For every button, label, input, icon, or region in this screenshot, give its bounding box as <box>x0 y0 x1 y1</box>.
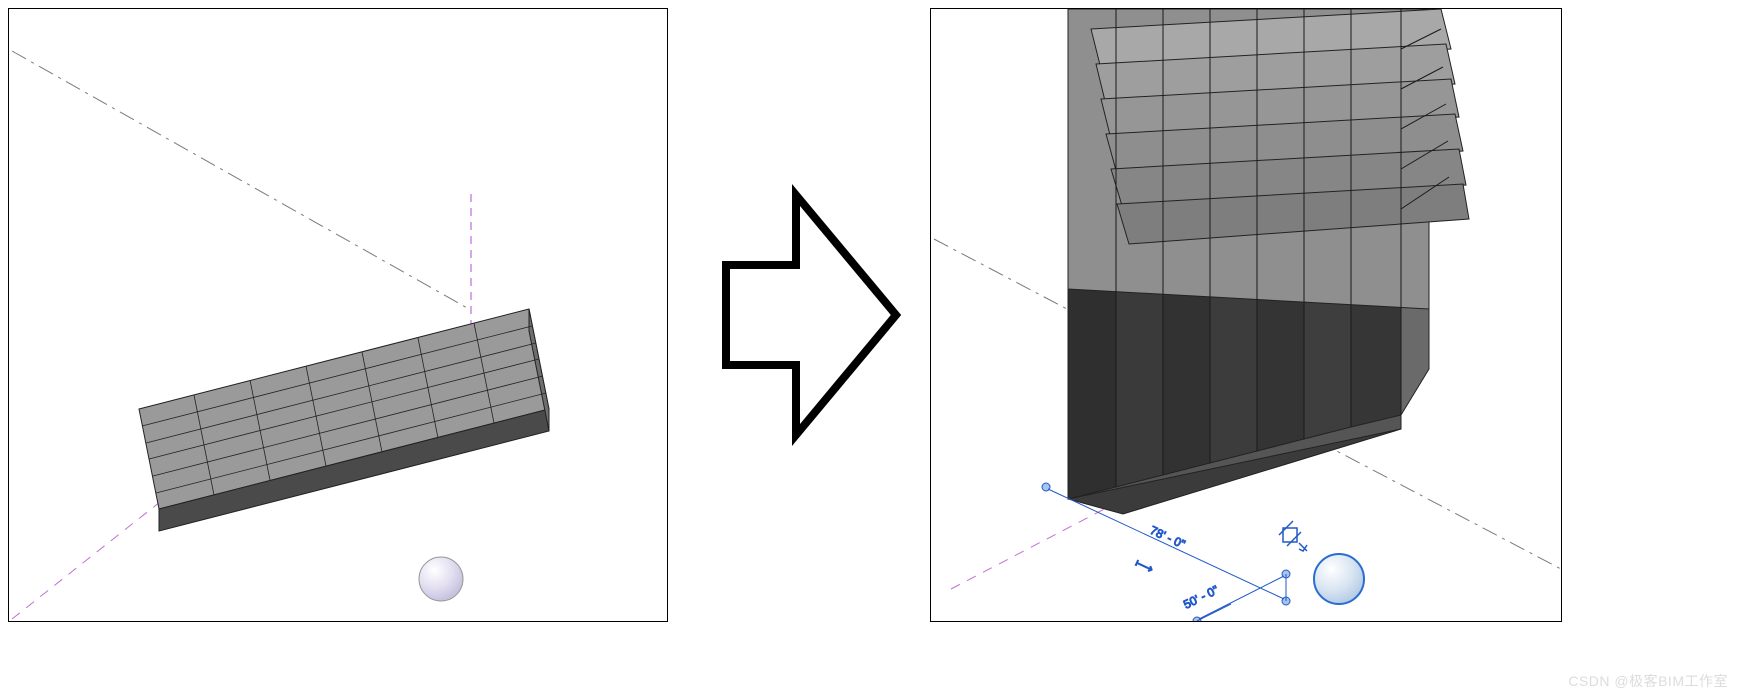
left-view-svg <box>9 9 668 622</box>
column-array <box>1068 9 1469 514</box>
crop-icon[interactable] <box>1279 521 1307 551</box>
svg-text:⟼: ⟼ <box>1133 555 1156 576</box>
sun-path-orb[interactable] <box>1314 554 1364 604</box>
right-3d-view: 78' - 0" ⟼ 50' - 0" <box>930 8 1562 622</box>
arrow-icon <box>706 175 906 455</box>
right-view-svg: 78' - 0" ⟼ 50' - 0" <box>931 9 1562 622</box>
dimension-50[interactable]: 50' - 0" <box>1181 570 1290 622</box>
watermark: CSDN @极客BIM工作室 <box>1568 671 1728 691</box>
dim-label-50: 50' - 0" <box>1181 583 1221 612</box>
tile-grid <box>139 309 549 531</box>
left-3d-view <box>8 8 668 622</box>
dim-label-78: 78' - 0" <box>1148 523 1188 551</box>
sun-path-orb[interactable] <box>419 557 463 601</box>
